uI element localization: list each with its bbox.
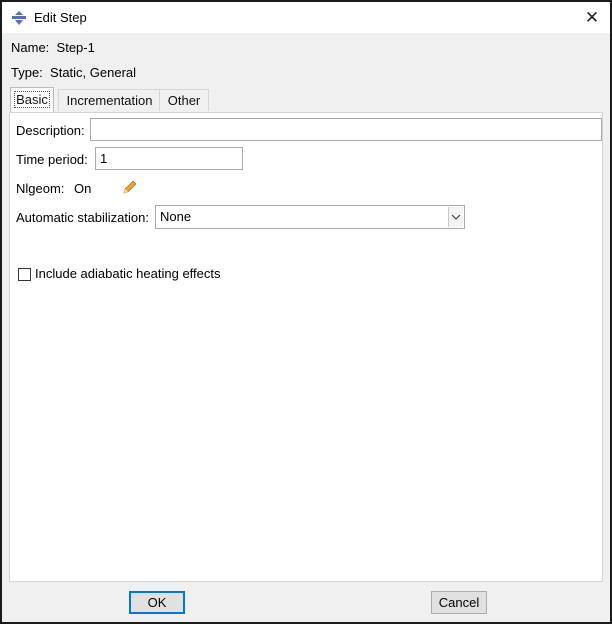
tab-incrementation-label: Incrementation bbox=[66, 93, 153, 108]
ok-button[interactable]: OK bbox=[129, 591, 185, 614]
step-type-label: Type: bbox=[11, 65, 43, 80]
step-name-label: Name: bbox=[11, 40, 50, 55]
adiabatic-label: Include adiabatic heating effects bbox=[35, 266, 221, 281]
step-name-row: Name: Step-1 bbox=[11, 40, 95, 55]
time-period-field[interactable]: 1 bbox=[95, 147, 243, 170]
stabilization-select[interactable]: None bbox=[155, 205, 465, 229]
step-type-value: Static, General bbox=[50, 65, 137, 80]
stabilization-selected-value: None bbox=[160, 209, 192, 224]
tab-incrementation[interactable]: Incrementation bbox=[58, 89, 161, 111]
nlgeom-value: On bbox=[74, 181, 92, 196]
tab-basic-label: Basic bbox=[14, 91, 50, 108]
nlgeom-label: Nlgeom: bbox=[16, 181, 65, 196]
tab-basic[interactable]: Basic bbox=[10, 87, 54, 112]
cancel-button[interactable]: Cancel bbox=[431, 591, 487, 614]
close-icon[interactable]: ✕ bbox=[578, 6, 606, 30]
step-type-row: Type: Static, General bbox=[11, 65, 136, 80]
tab-other[interactable]: Other bbox=[159, 89, 209, 111]
title-bar: Edit Step ✕ bbox=[2, 2, 610, 33]
abaqus-step-icon bbox=[11, 10, 27, 26]
description-field[interactable] bbox=[90, 118, 602, 141]
time-period-label: Time period: bbox=[16, 152, 88, 167]
window-title: Edit Step bbox=[34, 10, 87, 25]
basic-tab-panel: Description: Time period: 1 Nlgeom: On A… bbox=[9, 112, 603, 582]
adiabatic-checkbox[interactable] bbox=[18, 268, 31, 281]
edit-step-dialog: Edit Step ✕ Name: Step-1 Type: Static, G… bbox=[0, 0, 612, 624]
pencil-icon[interactable] bbox=[122, 179, 138, 195]
tab-other-label: Other bbox=[167, 93, 201, 108]
stabilization-label: Automatic stabilization: bbox=[16, 210, 149, 225]
chevron-down-icon[interactable] bbox=[448, 207, 463, 227]
description-label: Description: bbox=[16, 123, 85, 138]
step-name-value: Step-1 bbox=[56, 40, 95, 55]
